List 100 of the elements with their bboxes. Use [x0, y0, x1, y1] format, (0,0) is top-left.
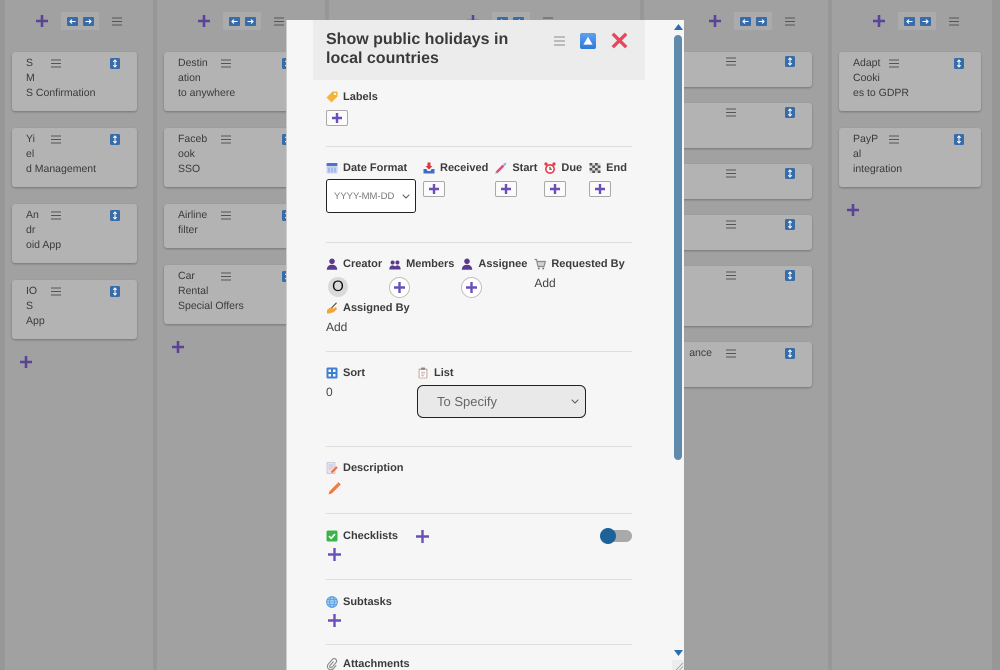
plus-icon[interactable]: [416, 530, 430, 542]
resize-grip-icon[interactable]: [672, 660, 684, 670]
user-avatar[interactable]: O: [328, 277, 348, 297]
up-down-arrow-icon[interactable]: [785, 168, 795, 179]
up-down-arrow-icon[interactable]: [110, 210, 120, 221]
menu-icon[interactable]: [726, 108, 736, 117]
up-down-arrow-icon[interactable]: [110, 58, 120, 69]
menu-icon[interactable]: [112, 16, 122, 26]
add-button[interactable]: [389, 277, 410, 298]
up-down-arrow-icon[interactable]: [110, 134, 120, 145]
card-title: Airline: [178, 208, 208, 223]
task-card[interactable]: IO S App: [12, 280, 137, 339]
right-arrow-icon[interactable]: [244, 16, 256, 26]
card-title: ance: [689, 346, 712, 361]
right-arrow-icon[interactable]: [920, 16, 930, 26]
menu-icon[interactable]: [889, 59, 899, 68]
menu-icon[interactable]: [726, 169, 736, 178]
field-label: Subtasks: [343, 595, 392, 609]
add-button[interactable]: [423, 181, 445, 197]
plus-icon: [429, 184, 439, 194]
field-value: 0: [326, 385, 333, 399]
up-down-arrow-icon[interactable]: [785, 219, 795, 230]
menu-icon[interactable]: [221, 135, 231, 144]
menu-icon[interactable]: [221, 59, 231, 68]
menu-icon[interactable]: [785, 16, 795, 26]
up-down-arrow-icon[interactable]: [954, 58, 964, 69]
plus-icon: [332, 113, 342, 123]
field-label: End: [606, 161, 627, 175]
plus-icon[interactable]: [873, 15, 885, 27]
up-down-arrow-icon[interactable]: [785, 107, 795, 118]
plus-icon[interactable]: [328, 614, 341, 627]
field-label: Members: [406, 257, 454, 271]
menu-icon[interactable]: [221, 272, 231, 281]
up-down-arrow-icon[interactable]: [954, 134, 964, 145]
menu-icon[interactable]: [51, 135, 61, 144]
plus-icon: [394, 282, 406, 293]
person-icon: [326, 258, 338, 270]
plus-icon[interactable]: [198, 15, 210, 27]
people-icon: [389, 258, 402, 270]
toggle-switch[interactable]: [600, 528, 632, 544]
plus-icon[interactable]: [847, 204, 859, 216]
checkmark-icon: [326, 530, 338, 542]
add-button[interactable]: [544, 181, 566, 197]
right-arrow-icon[interactable]: [756, 16, 766, 26]
task-card[interactable]: PayP al integration: [839, 128, 981, 187]
menu-icon[interactable]: [221, 211, 231, 220]
add-link[interactable]: Add: [534, 276, 556, 290]
pencil-icon[interactable]: [328, 482, 341, 495]
add-button[interactable]: [589, 181, 612, 197]
menu-icon[interactable]: [726, 57, 736, 66]
menu-icon[interactable]: [889, 135, 899, 144]
task-card[interactable]: Yi el d Management: [12, 128, 137, 187]
menu-icon[interactable]: [51, 59, 61, 68]
close-icon[interactable]: [611, 32, 628, 49]
card-title: IO: [26, 284, 38, 299]
add-button[interactable]: [326, 110, 348, 126]
task-card[interactable]: S M S Confirmation: [12, 52, 137, 111]
plus-icon[interactable]: [709, 15, 721, 27]
card-title: ation: [178, 71, 201, 86]
field-label: Attachments: [343, 657, 410, 670]
card-title: Car: [178, 269, 195, 284]
right-arrow-icon[interactable]: [82, 16, 94, 26]
menu-icon[interactable]: [726, 271, 736, 280]
plus-icon[interactable]: [328, 548, 341, 561]
left-arrow-icon[interactable]: [228, 16, 240, 26]
list-select[interactable]: To Specify: [417, 385, 586, 418]
left-arrow-icon[interactable]: [904, 16, 914, 26]
field-label: Date Format: [343, 161, 408, 175]
card-title: oid App: [26, 238, 62, 253]
up-down-arrow-icon[interactable]: [110, 286, 120, 297]
plus-icon: [595, 184, 606, 194]
menu-icon[interactable]: [726, 349, 736, 358]
menu-icon[interactable]: [949, 16, 959, 26]
left-arrow-icon[interactable]: [66, 16, 78, 26]
plus-icon[interactable]: [36, 15, 48, 27]
add-button[interactable]: [495, 181, 518, 197]
card-title: ook: [178, 147, 195, 162]
field-label: Labels: [343, 90, 378, 104]
add-button[interactable]: [461, 277, 482, 298]
field-label: Checklists: [343, 529, 398, 543]
left-arrow-icon[interactable]: [740, 16, 750, 26]
menu-icon[interactable]: [51, 211, 61, 220]
scrollbar-thumb[interactable]: [674, 35, 682, 460]
date-format-select[interactable]: YYYY-MM-DD: [326, 179, 416, 213]
plus-icon[interactable]: [172, 341, 184, 353]
scroll-up-arrow-icon[interactable]: [674, 24, 682, 30]
checkered-flag-icon: [589, 162, 602, 174]
scroll-down-arrow-icon[interactable]: [674, 650, 682, 656]
add-link[interactable]: Add: [326, 320, 348, 334]
menu-icon[interactable]: [554, 36, 565, 46]
up-down-arrow-icon[interactable]: [785, 56, 795, 67]
menu-icon[interactable]: [726, 220, 736, 229]
plus-icon[interactable]: [20, 356, 32, 368]
up-down-arrow-icon[interactable]: [785, 348, 795, 359]
card-title: SSO: [178, 162, 200, 177]
task-card[interactable]: Adapt Cooki es to GDPR: [839, 52, 981, 111]
menu-icon[interactable]: [51, 287, 61, 296]
task-card[interactable]: An dr oid App: [12, 204, 137, 263]
up-down-arrow-icon[interactable]: [785, 270, 795, 281]
menu-icon[interactable]: [274, 16, 284, 26]
